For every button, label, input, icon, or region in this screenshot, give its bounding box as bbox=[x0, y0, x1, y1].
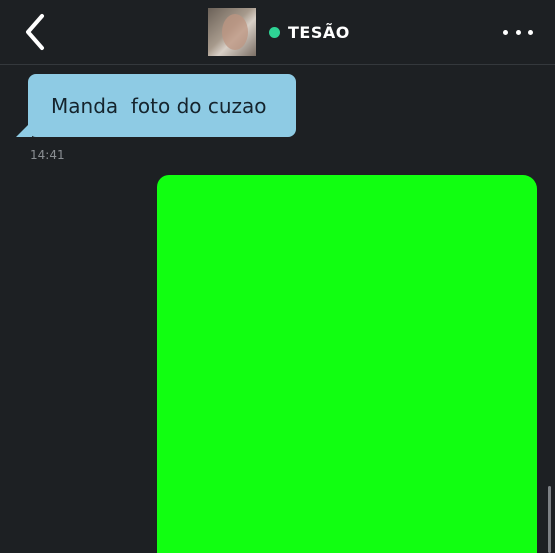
message-timestamp: 14:41 bbox=[30, 148, 65, 162]
chevron-left-icon bbox=[26, 14, 44, 50]
chat-header: TESÃO bbox=[0, 0, 555, 65]
online-status-dot bbox=[269, 26, 280, 38]
more-horizontal-icon-dot bbox=[515, 29, 521, 35]
contact-name: TESÃO bbox=[288, 22, 350, 42]
back-button[interactable] bbox=[16, 12, 52, 52]
more-options-button[interactable] bbox=[503, 20, 533, 44]
more-horizontal-icon-dot bbox=[528, 29, 533, 35]
outgoing-image-message[interactable] bbox=[157, 175, 537, 553]
avatar[interactable] bbox=[208, 8, 256, 56]
more-horizontal-icon bbox=[503, 29, 508, 35]
incoming-message-bubble[interactable]: Manda foto do cuzao bbox=[28, 74, 296, 137]
message-text: Manda foto do cuzao bbox=[51, 93, 267, 118]
chat-screen: TESÃO Manda foto do cuzao 14:41 bbox=[0, 0, 555, 553]
contact-info[interactable]: TESÃO bbox=[208, 8, 350, 56]
scrollbar[interactable] bbox=[548, 486, 551, 553]
